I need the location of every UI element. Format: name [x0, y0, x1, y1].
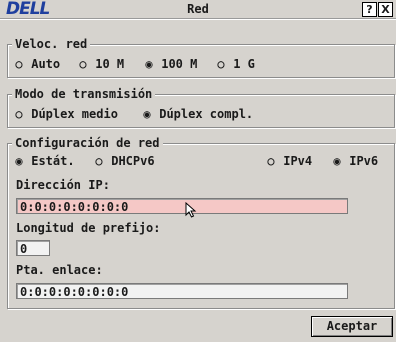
radio-empty-icon: ○	[15, 107, 23, 121]
speed-1g-radio[interactable]: ○ 1 G	[216, 57, 255, 71]
speed-100m-radio[interactable]: ◉ 100 M	[144, 57, 197, 71]
radio-selected-icon: ◉	[145, 57, 153, 71]
speed-group: Veloc. red ○ Auto ○ 10 M ◉ 100 M ○ 1 G	[7, 37, 395, 78]
mode-static-radio[interactable]: ◉ Estát.	[14, 154, 74, 168]
speed-legend: Veloc. red	[12, 37, 91, 51]
netconfig-group: Configuración de red ◉ Estát. ○ DHCPv6 ○…	[7, 136, 395, 309]
speed-10m-radio[interactable]: ○ 10 M	[78, 57, 124, 71]
radio-empty-icon: ○	[15, 57, 23, 71]
ipv4-radio[interactable]: ○ IPv4	[266, 154, 312, 168]
speed-auto-radio[interactable]: ○ Auto	[14, 57, 60, 71]
gateway-field[interactable]: 0:0:0:0:0:0:0:0	[16, 283, 348, 299]
radio-selected-icon: ◉	[333, 154, 341, 168]
radio-empty-icon: ○	[95, 154, 103, 168]
radio-empty-icon: ○	[267, 154, 275, 168]
ipv6-radio[interactable]: ◉ IPv6	[332, 154, 378, 168]
gateway-label: Pta. enlace:	[16, 263, 103, 277]
radio-selected-icon: ◉	[143, 107, 151, 121]
duplex-group: Modo de transmisión ○ Dúplex medio ◉ Dúp…	[7, 87, 395, 128]
radio-empty-icon: ○	[217, 57, 225, 71]
window-title: Red	[187, 2, 209, 16]
mouse-pointer-icon	[185, 202, 197, 218]
radio-selected-icon: ◉	[15, 154, 23, 168]
prefix-length-field[interactable]: 0	[16, 240, 50, 256]
prefix-length-label: Longitud de prefijo:	[16, 221, 161, 235]
duplex-full-radio[interactable]: ◉ Dúplex compl.	[142, 107, 253, 121]
title-bar: DELL Red ? X	[0, 0, 396, 20]
close-button[interactable]: X	[378, 2, 393, 17]
netconfig-legend: Configuración de red	[12, 136, 163, 150]
accept-button[interactable]: Aceptar	[311, 316, 393, 337]
mode-dhcpv6-radio[interactable]: ○ DHCPv6	[94, 154, 154, 168]
duplex-half-radio[interactable]: ○ Dúplex medio	[14, 107, 118, 121]
radio-empty-icon: ○	[79, 57, 87, 71]
help-button[interactable]: ?	[362, 2, 377, 17]
ip-address-field[interactable]: 0:0:0:0:0:0:0:0	[16, 198, 348, 214]
duplex-legend: Modo de transmisión	[12, 87, 156, 101]
ip-address-label: Dirección IP:	[16, 178, 110, 192]
